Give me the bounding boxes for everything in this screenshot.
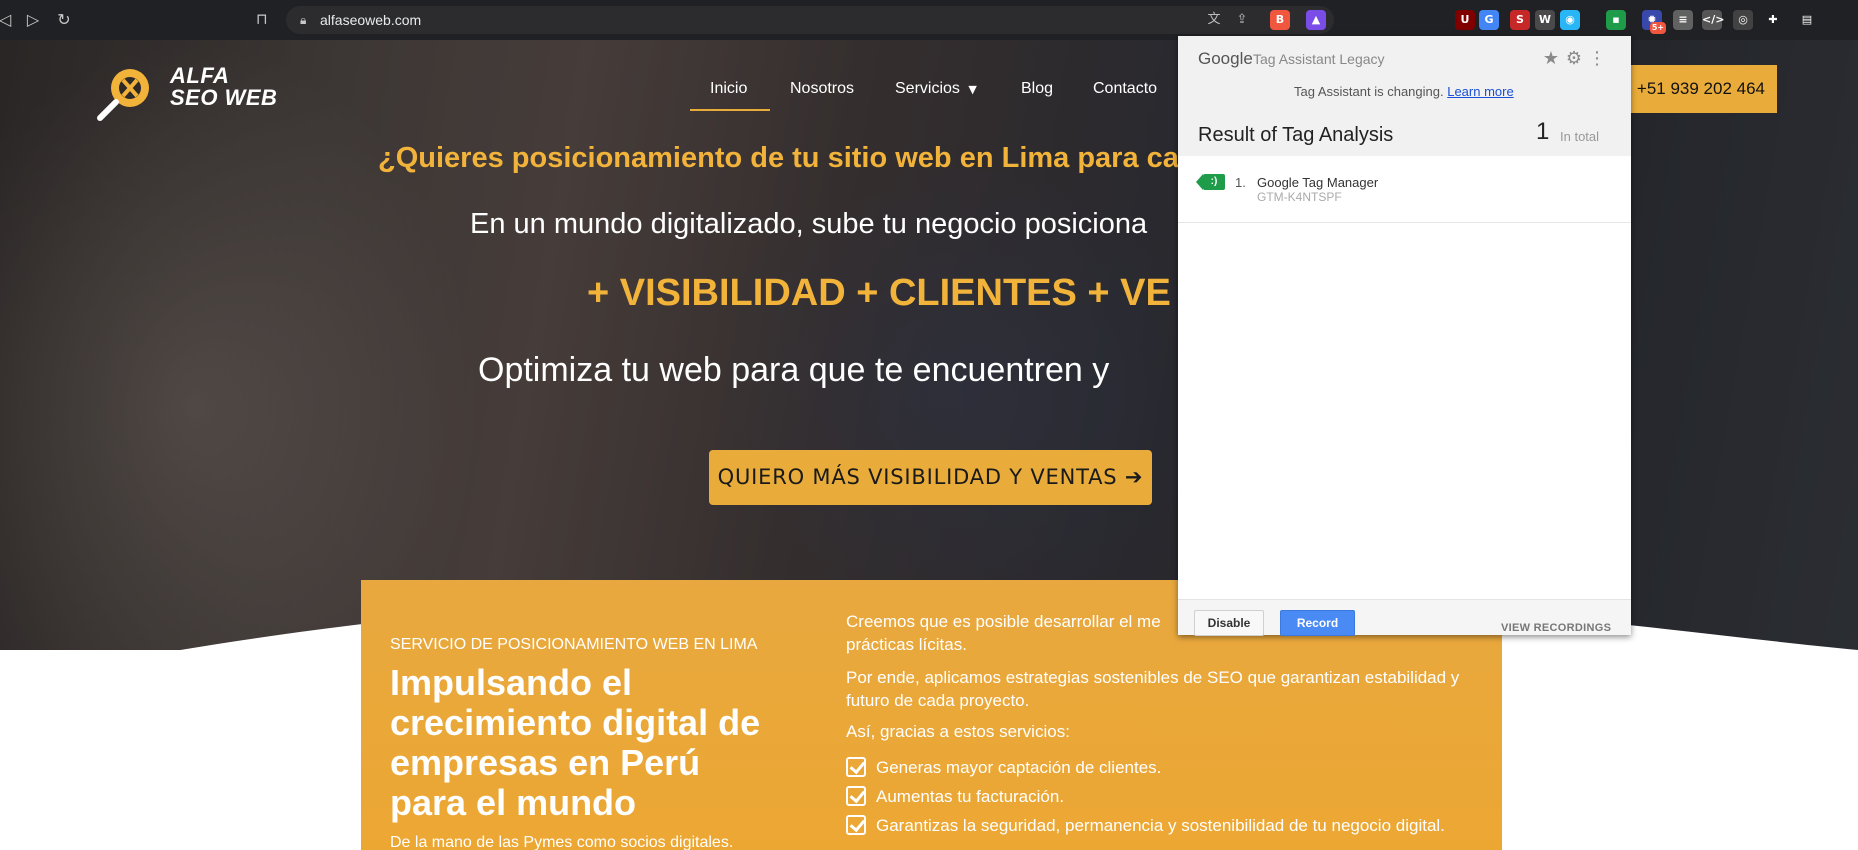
hero-question: ¿Quieres posicionamiento de tu sitio web… bbox=[378, 142, 1179, 174]
tag-assistant-header: Google Tag Assistant Legacy ★ ⚙ ⋮ Tag As… bbox=[1178, 36, 1631, 156]
hero-optimize-text: Optimiza tu web para que te encuentren y bbox=[478, 351, 1110, 389]
list-item-text: Aumentas tu facturación. bbox=[876, 787, 1065, 806]
nav-contacto[interactable]: Contacto bbox=[1093, 78, 1157, 102]
service-subtext: De la mano de las Pymes como socios digi… bbox=[390, 834, 734, 850]
cta-label: QUIERO MÁS VISIBILIDAD Y VENTAS bbox=[717, 465, 1118, 489]
tag-assistant-footer: Disable Record VIEW RECORDINGS bbox=[1178, 599, 1631, 636]
hero-visibility-tagline: + VISIBILIDAD + CLIENTES + VE bbox=[587, 272, 1171, 314]
code-viewer-icon[interactable]: </> bbox=[1702, 10, 1724, 30]
list-item: Garantizas la seguridad, permanencia y s… bbox=[846, 814, 1486, 837]
service-paragraph-3: Así, gracias a estos servicios: bbox=[846, 722, 1070, 741]
brave-rewards-icon[interactable]: ▲ bbox=[1306, 10, 1326, 30]
tag-name: Google Tag Manager bbox=[1257, 175, 1379, 190]
checkbox-icon bbox=[846, 815, 866, 835]
bookmark-icon[interactable]: ⊓ bbox=[256, 9, 270, 29]
logo-text-seo-web: SEO WEB bbox=[170, 85, 278, 110]
hero-subtitle: En un mundo digitalizado, sube tu negoci… bbox=[470, 208, 1148, 240]
checkbox-icon bbox=[846, 786, 866, 806]
nav-blog[interactable]: Blog bbox=[1021, 78, 1053, 102]
url-text[interactable]: alfaseoweb.com bbox=[320, 12, 421, 28]
tag-count-label: In total bbox=[1560, 129, 1600, 144]
change-notice-text: Tag Assistant is changing. bbox=[1294, 84, 1444, 99]
list-item-text: Garantizas la seguridad, permanencia y s… bbox=[876, 816, 1445, 835]
google-translate-icon[interactable]: G bbox=[1479, 10, 1499, 30]
color-picker-icon[interactable]: ◉ bbox=[1560, 10, 1580, 30]
service-kicker: SERVICIO DE POSICIONAMIENTO WEB EN LIMA bbox=[390, 636, 758, 653]
chevron-down-icon: ▼ bbox=[968, 83, 977, 96]
record-button[interactable]: Record bbox=[1280, 610, 1355, 636]
checkbox-icon bbox=[846, 757, 866, 777]
more-vert-icon[interactable]: ⋮ bbox=[1586, 48, 1608, 70]
reload-icon[interactable]: ↻ bbox=[53, 9, 75, 31]
gear-icon[interactable]: ⚙ bbox=[1563, 48, 1585, 70]
list-item: Generas mayor captación de clientes. bbox=[846, 756, 1466, 779]
learn-more-link[interactable]: Learn more bbox=[1447, 84, 1513, 99]
service-paragraph-2: Por ende, aplicamos estrategias sostenib… bbox=[846, 668, 1460, 710]
seo-extension-icon[interactable]: S bbox=[1510, 10, 1530, 30]
database-icon[interactable]: ≡ bbox=[1673, 10, 1693, 30]
nav-servicios[interactable]: Servicios ▼ bbox=[895, 78, 977, 102]
google-logo-text: Google bbox=[1198, 49, 1253, 68]
tag-assistant-title: Tag Assistant Legacy bbox=[1253, 51, 1385, 67]
arrow-right-icon: ➔ bbox=[1124, 465, 1144, 489]
tag-id: GTM-K4NTSPF bbox=[1257, 190, 1342, 204]
theme-icon[interactable]: ◎ bbox=[1733, 10, 1753, 30]
star-icon[interactable]: ★ bbox=[1540, 48, 1562, 70]
service-paragraph-1b: prácticas lícitas. bbox=[846, 635, 967, 654]
view-recordings-link[interactable]: VIEW RECORDINGS bbox=[1501, 621, 1611, 635]
magnifier-logo-icon bbox=[97, 69, 149, 121]
ublock-icon[interactable]: U bbox=[1455, 10, 1475, 30]
tag-row[interactable]: :) 1. Google Tag Manager GTM-K4NTSPF bbox=[1178, 158, 1631, 223]
translate-icon[interactable]: 文 bbox=[1204, 11, 1224, 29]
cta-button[interactable]: QUIERO MÁS VISIBILIDAD Y VENTAS ➔ bbox=[709, 450, 1152, 505]
nav-nosotros[interactable]: Nosotros bbox=[790, 78, 854, 102]
tag-assistant-popup: Google Tag Assistant Legacy ★ ⚙ ⋮ Tag As… bbox=[1178, 36, 1631, 636]
list-item: Aumentas tu facturación. bbox=[846, 785, 1466, 808]
tag-icon: :) bbox=[1196, 174, 1225, 190]
phone-button[interactable]: +51 939 202 464 bbox=[1622, 65, 1777, 113]
address-bar[interactable]: 🔒︎ alfaseoweb.com 文 ⇪ bbox=[286, 6, 1334, 34]
browser-toolbar: ◁ ▷ ↻ ⊓ 🔒︎ alfaseoweb.com 文 ⇪ B ▲ U G S W ◉ ▪ ✹ ≡… bbox=[0, 0, 1858, 40]
tag-number: 1. bbox=[1235, 175, 1246, 190]
tag-count: 1 bbox=[1536, 118, 1550, 145]
tag-assistant-icon[interactable]: ▪ bbox=[1606, 10, 1626, 30]
lock-icon: 🔒︎ bbox=[300, 13, 307, 27]
site-logo[interactable]: ALFA SEO WEB bbox=[96, 62, 286, 122]
result-title: Result of Tag Analysis bbox=[1198, 124, 1394, 146]
disable-button[interactable]: Disable bbox=[1194, 610, 1264, 636]
sidebar-icon[interactable]: ▤ bbox=[1797, 10, 1817, 30]
puzzle-icon[interactable]: ✚ bbox=[1763, 10, 1783, 30]
wappalyzer-icon[interactable]: W bbox=[1535, 10, 1555, 30]
change-notice: Tag Assistant is changing. Learn more bbox=[1294, 83, 1514, 101]
extension-badge: 5+ bbox=[1650, 22, 1666, 34]
forward-icon[interactable]: ▷ bbox=[22, 9, 44, 31]
nav-active-indicator bbox=[690, 109, 770, 111]
nav-inicio[interactable]: Inicio bbox=[710, 78, 747, 102]
back-icon[interactable]: ◁ bbox=[0, 9, 16, 31]
brave-shield-icon[interactable]: B bbox=[1270, 10, 1290, 30]
list-item-text: Generas mayor captación de clientes. bbox=[876, 758, 1162, 777]
nav-servicios-label: Servicios bbox=[895, 80, 960, 97]
service-headline: Impulsando el crecimiento digital de emp… bbox=[390, 662, 761, 823]
share-icon[interactable]: ⇪ bbox=[1232, 11, 1252, 29]
